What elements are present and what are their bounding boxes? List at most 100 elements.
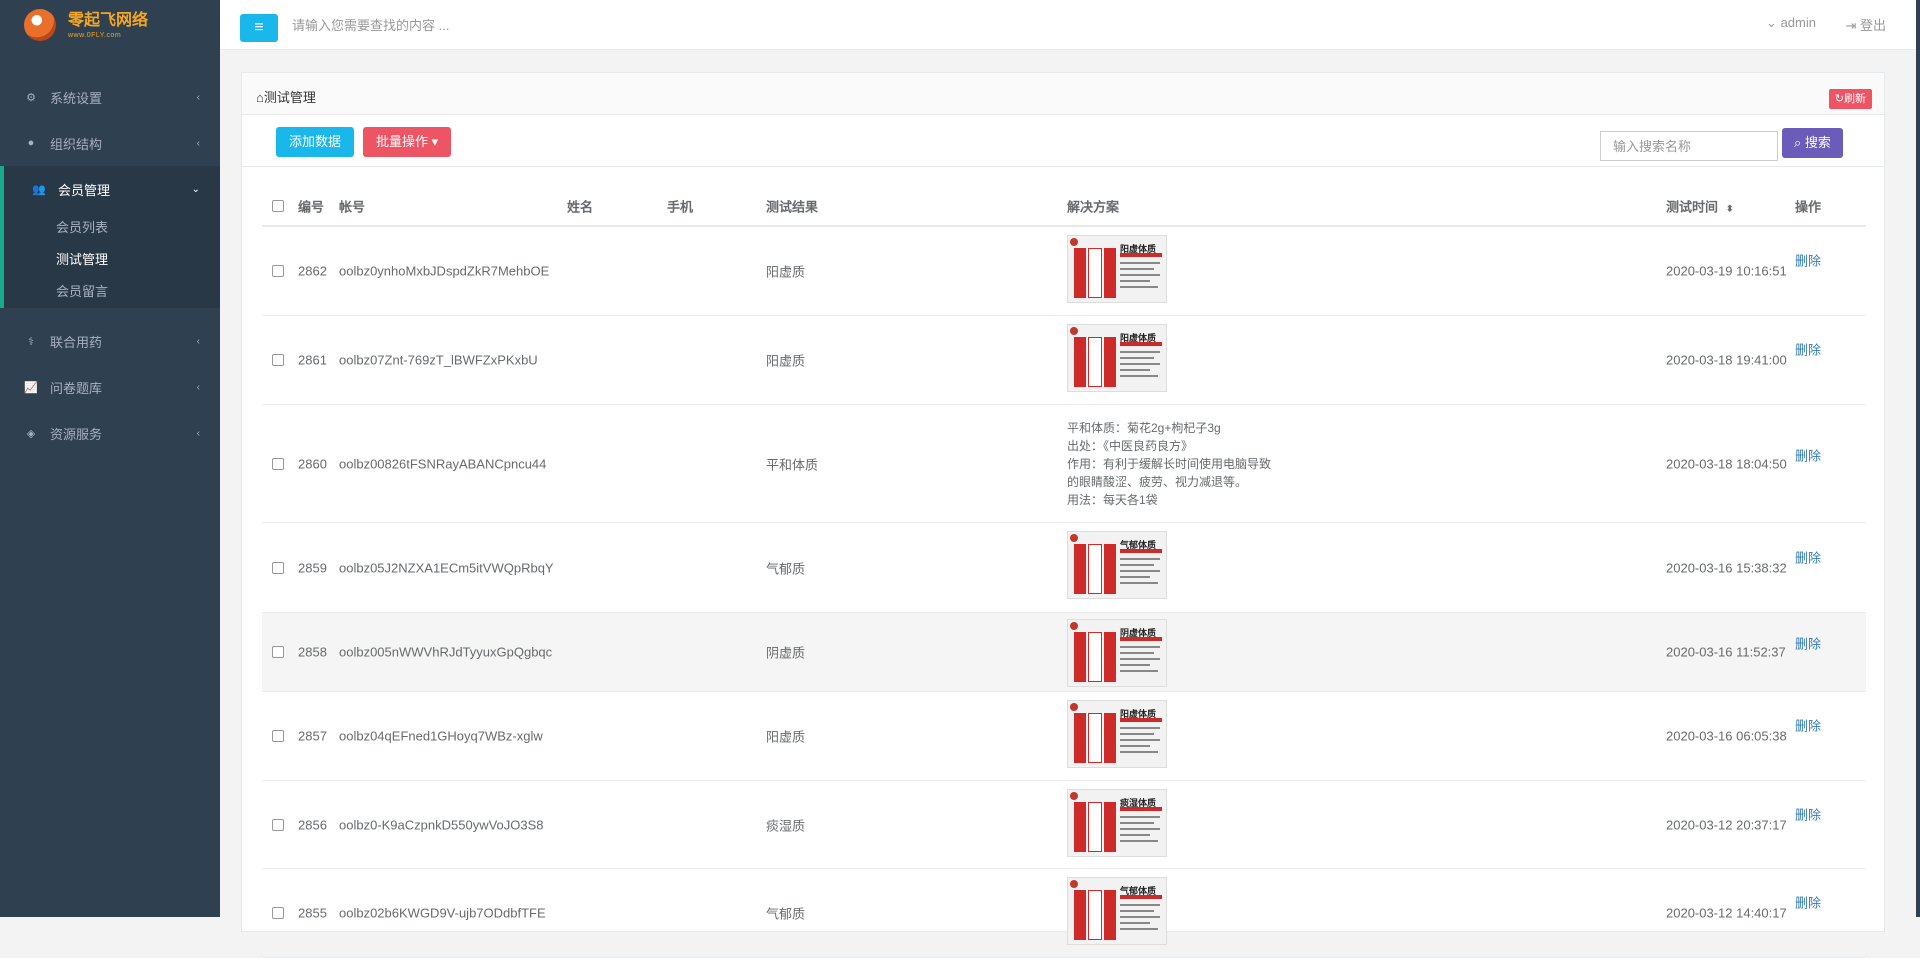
search-button[interactable]: ⌕ 搜索 [1782, 128, 1843, 158]
data-table: 编号 帐号 姓名 手机 测试结果 解决方案 测试时间 ⬍ 操作 2862 oolb… [262, 187, 1866, 958]
solution-poster[interactable]: 阴虚体质 [1067, 619, 1167, 687]
solution-poster[interactable]: 阳虚体质 [1067, 235, 1167, 303]
search-icon: ⌕ [1794, 135, 1802, 150]
table-row: 2857 oolbz04qEFned1GHoyq7WBz-xglw 阳虚质 阳虚… [262, 692, 1866, 781]
sidebar-subitem-member-list[interactable]: 会员列表 [4, 212, 220, 244]
cell-id: 2855 [298, 905, 327, 921]
column-header-time[interactable]: 测试时间 ⬍ [1666, 197, 1734, 216]
chevron-left-icon: ‹ [196, 381, 200, 393]
logo[interactable]: 零起飞网络 www.0FLY.com [0, 0, 220, 50]
column-header-operation: 操作 [1795, 199, 1822, 215]
delete-link[interactable]: 删除 [1795, 547, 1821, 566]
toolbar: 添加数据 批量操作 ▾ ⌕ 搜索 [242, 115, 1884, 167]
cube-icon: ◈ [26, 427, 36, 440]
row-checkbox[interactable] [272, 818, 284, 831]
row-checkbox[interactable] [272, 646, 284, 658]
row-checkbox[interactable] [272, 907, 284, 919]
solution-poster[interactable]: 气郁体质 [1067, 877, 1167, 945]
chevron-down-icon: ⌄ [191, 183, 200, 195]
user-md-icon: ⚕ [28, 335, 34, 348]
caret-down-icon: ▾ [431, 134, 439, 149]
solution-poster[interactable]: 痰湿体质 [1067, 789, 1167, 857]
column-header-result[interactable]: 测试结果 [766, 197, 818, 216]
refresh-button[interactable]: ↻刷新 [1828, 89, 1872, 109]
logout-label: 登出 [1859, 18, 1886, 33]
sidebar-subitem-member-messages[interactable]: 会员留言 [4, 276, 220, 308]
menu-toggle-button[interactable]: ≡ [240, 14, 278, 42]
cell-result: 阳虚质 [766, 264, 806, 280]
cell-result: 痰湿质 [766, 818, 806, 833]
sidebar-item-label: 组织结构 [50, 136, 103, 152]
sidebar-item-organization[interactable]: ● 组织结构 ‹ [0, 120, 220, 166]
cell-time: 2020-03-18 19:41:00 [1666, 352, 1787, 368]
sidebar: 零起飞网络 www.0FLY.com ⚙ 系统设置 ‹ ● 组织结构 ‹ 👥 会… [0, 0, 220, 917]
sidebar-item-label: 联合用药 [50, 334, 103, 350]
chevron-left-icon: ‹ [196, 427, 200, 439]
select-all-checkbox[interactable] [272, 200, 284, 212]
search-input[interactable] [1600, 131, 1778, 161]
chevron-left-icon: ‹ [196, 335, 200, 347]
add-data-button[interactable]: 添加数据 [276, 127, 355, 157]
table-row: 2859 oolbz05J2NZXA1ECm5itVWQpRbqY 气郁质 气郁… [262, 523, 1866, 613]
batch-operation-button[interactable]: 批量操作 ▾ [363, 127, 452, 157]
cell-result: 平和体质 [766, 457, 819, 472]
row-checkbox[interactable] [272, 265, 284, 277]
solution-poster[interactable]: 阳虚体质 [1067, 700, 1167, 768]
logout-link[interactable]: ⇥ 登出 [1845, 15, 1886, 34]
cell-time: 2020-03-19 10:16:51 [1666, 263, 1787, 279]
row-checkbox[interactable] [272, 561, 284, 574]
sidebar-item-resource-service[interactable]: ◈ 资源服务 ‹ [0, 410, 220, 456]
panel-header: ⌂测试管理 ↻刷新 [242, 73, 1884, 115]
user-menu[interactable]: ⌄ admin [1766, 15, 1816, 31]
sort-icon[interactable]: ⬍ [1726, 204, 1734, 214]
solution-poster[interactable]: 气郁体质 [1067, 531, 1167, 599]
sidebar-item-combined-medication[interactable]: ⚕ 联合用药 ‹ [0, 318, 220, 364]
delete-link[interactable]: 删除 [1795, 805, 1821, 824]
cell-account: oolbz005nWWVhRJdTyyuxGpQgbqc [339, 644, 553, 660]
line-chart-icon: 📈 [24, 381, 38, 394]
content-panel: ⌂测试管理 ↻刷新 添加数据 批量操作 ▾ ⌕ 搜索 编号 帐号 姓名 手机 测… [241, 72, 1885, 958]
cell-account: oolbz0-K9aCzpnkD550ywVoJO3S8 [339, 817, 544, 832]
top-search-input[interactable] [290, 12, 690, 38]
table-row: 2862 oolbz0ynhoMxbJDspdZkR7MehbOE 阳虚质 阳虚… [262, 227, 1866, 316]
table-row: 2856 oolbz0-K9aCzpnkD550ywVoJO3S8 痰湿质 痰湿… [262, 781, 1866, 869]
column-header-phone[interactable]: 手机 [667, 197, 693, 216]
sidebar-item-system-settings[interactable]: ⚙ 系统设置 ‹ [0, 74, 220, 120]
cell-result: 气郁质 [766, 561, 806, 576]
chevron-left-icon: ‹ [196, 91, 200, 103]
chevron-down-icon: ⌄ [1766, 15, 1777, 30]
page-title: ⌂测试管理 [256, 90, 316, 105]
delete-link[interactable]: 删除 [1795, 893, 1821, 912]
column-header-name[interactable]: 姓名 [567, 197, 593, 216]
column-header-solution[interactable]: 解决方案 [1067, 197, 1119, 216]
delete-link[interactable]: 删除 [1795, 251, 1821, 270]
row-checkbox[interactable] [272, 354, 284, 366]
table-header: 编号 帐号 姓名 手机 测试结果 解决方案 测试时间 ⬍ 操作 [262, 187, 1866, 227]
sidebar-item-questionnaire[interactable]: 📈 问卷题库 ‹ [0, 364, 220, 410]
logo-brand: 零起飞网络 [68, 9, 149, 29]
sidebar-subitem-test-management[interactable]: 测试管理 [4, 244, 220, 276]
home-icon: ⌂ [256, 90, 264, 105]
delete-link[interactable]: 删除 [1795, 446, 1821, 465]
cell-time: 2020-03-12 20:37:17 [1666, 817, 1787, 832]
solution-poster[interactable]: 阳虚体质 [1067, 324, 1167, 392]
cell-result: 气郁质 [766, 906, 806, 922]
sidebar-group-member: 👥 会员管理 ⌄ 会员列表 测试管理 会员留言 [0, 166, 220, 308]
row-checkbox[interactable] [272, 730, 284, 742]
cell-account: oolbz04qEFned1GHoyq7WBz-xglw [339, 728, 543, 744]
column-header-id[interactable]: 编号 [298, 197, 324, 216]
row-checkbox[interactable] [272, 457, 284, 470]
scrollbar[interactable] [1916, 0, 1920, 917]
table-row: 2855 oolbz02b6KWGD9V-ujb7ODdbfTFE 气郁质 气郁… [262, 869, 1866, 958]
cell-id: 2860 [298, 456, 327, 471]
sidebar-item-label: 会员管理 [58, 182, 111, 198]
delete-link[interactable]: 删除 [1795, 340, 1821, 359]
column-header-account[interactable]: 帐号 [339, 197, 365, 216]
delete-link[interactable]: 删除 [1795, 633, 1821, 652]
sidebar-item-member-management[interactable]: 👥 会员管理 ⌄ [4, 166, 220, 212]
delete-link[interactable]: 删除 [1795, 716, 1821, 735]
table-row: 2860 oolbz00826tFSNRayABANCpncu44 平和体质 平… [262, 405, 1866, 523]
cell-account: oolbz07Znt-769zT_lBWFZxPKxbU [339, 352, 538, 368]
solution-text: 平和体质：菊花2g+枸杞子3g 出处：《中医良药良方》 作用：有利于缓解长时间使… [1067, 420, 1272, 507]
cell-time: 2020-03-18 18:04:50 [1666, 456, 1787, 471]
